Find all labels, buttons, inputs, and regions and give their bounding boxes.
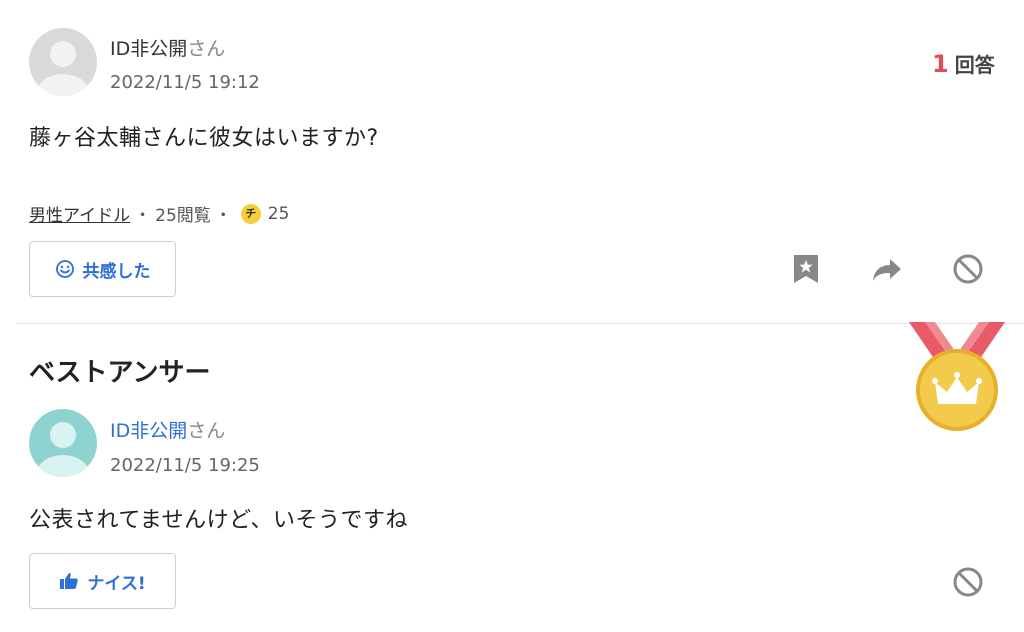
- report-button[interactable]: [950, 251, 986, 287]
- coin-count: 25: [267, 203, 290, 224]
- nice-label: ナイス!: [87, 573, 146, 594]
- bookmark-icon: [794, 255, 818, 283]
- meta-separator: ・: [214, 206, 232, 226]
- smile-icon: [55, 260, 74, 278]
- category-link[interactable]: 男性アイドル: [29, 201, 130, 226]
- answer-count[interactable]: 1 回答: [932, 49, 995, 78]
- question-date: 2022/11/5 19:12: [110, 72, 260, 93]
- answer-report-button[interactable]: [950, 564, 986, 600]
- answerer-name[interactable]: ID非公開さん: [110, 416, 225, 443]
- answer-count-label: 回答: [954, 53, 995, 77]
- answer-count-number: 1: [932, 50, 949, 78]
- nice-button[interactable]: ナイス!: [29, 553, 176, 609]
- answer-text: 公表されてませんけど、いそうですね: [29, 508, 408, 533]
- user-avatar-icon: [36, 422, 90, 477]
- thumbs-up-icon: [60, 573, 79, 589]
- questioner-suffix: さん: [187, 38, 226, 60]
- bookmark-button[interactable]: [788, 251, 824, 287]
- section-divider: [16, 323, 1024, 324]
- answer-date: 2022/11/5 19:25: [110, 455, 260, 476]
- questioner-avatar[interactable]: [29, 28, 97, 96]
- view-count: 25閲覧: [155, 206, 211, 226]
- question-meta: 男性アイドル ・ 25閲覧 ・ チ 25: [29, 201, 289, 226]
- answerer-suffix: さん: [187, 420, 226, 442]
- coin-icon: チ: [240, 203, 261, 224]
- answerer-id: ID非公開: [110, 420, 188, 442]
- questioner-id: ID非公開: [110, 38, 188, 60]
- user-avatar-icon: [36, 41, 90, 96]
- questioner-name[interactable]: ID非公開さん: [110, 34, 225, 61]
- gold-medal-icon: [909, 322, 1005, 431]
- question-text: 藤ヶ谷太輔さんに彼女はいますか?: [29, 126, 379, 151]
- share-arrow-icon: [873, 259, 901, 281]
- share-button[interactable]: [869, 251, 905, 287]
- empathy-button[interactable]: 共感した: [29, 241, 176, 297]
- block-icon: [953, 567, 983, 597]
- meta-separator: ・: [134, 206, 152, 226]
- empathy-label: 共感した: [82, 261, 151, 282]
- block-icon: [953, 254, 983, 284]
- best-answer-title: ベストアンサー: [29, 358, 211, 388]
- answerer-avatar[interactable]: [29, 409, 97, 477]
